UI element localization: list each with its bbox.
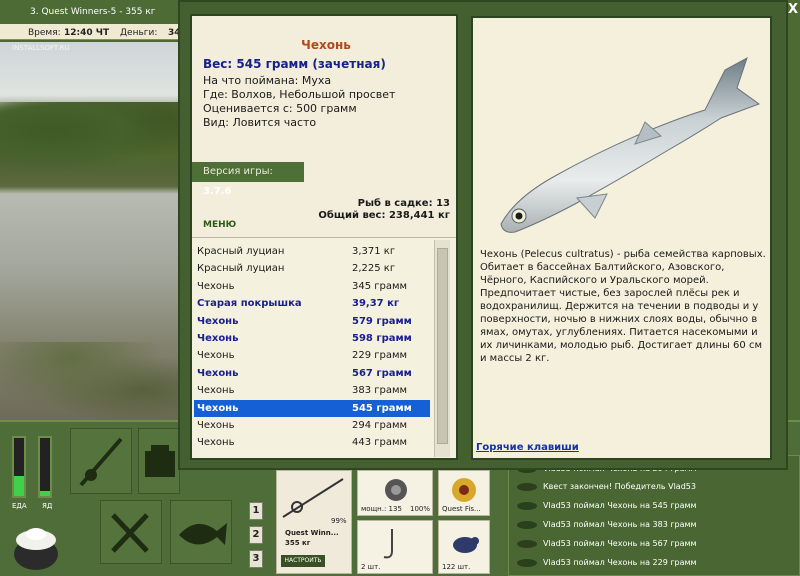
- reeds: [0, 342, 178, 422]
- version-value: 3.7.6: [203, 186, 232, 197]
- catch-weight: 3,371 кг: [352, 246, 396, 257]
- log-entry: Квест закончен! Победитель Vlad53: [517, 478, 696, 496]
- catch-weight: 229 грамм: [352, 350, 408, 362]
- catch-details-panel: Чехонь Вес: 545 грамм (зачетная) На что …: [190, 14, 458, 460]
- fishing-scene[interactable]: INSTALLSOFT.RU: [0, 42, 178, 422]
- hotkeys-link[interactable]: Горячие клавиши: [476, 442, 579, 453]
- catch-weight: 2,225 кг: [352, 263, 396, 275]
- rod-percent: 99%: [331, 517, 347, 525]
- time-value: 12:40 ЧТ: [64, 28, 110, 38]
- catch-name: Чехонь: [197, 280, 235, 292]
- catch-row[interactable]: Чехонь 443 грамм: [194, 434, 430, 451]
- reel-power: мощн.: 135: [361, 505, 402, 513]
- line-name: Quest Fis...: [442, 505, 481, 513]
- time-money-bar: Время: 12:40 ЧТ Деньги: 34: [0, 24, 190, 42]
- poison-gauge-label: ЯД: [42, 502, 53, 510]
- event-log: Vlad53 поймал Чехонь на 294 грамм Квест …: [508, 455, 800, 576]
- setup-button[interactable]: НАСТРОИТЬ: [281, 555, 325, 567]
- catch-weight: 567 грамм: [352, 367, 412, 379]
- catch-name: Чехонь: [197, 420, 235, 431]
- cage-total-weight: Общий вес: 238,441 кг: [318, 210, 450, 221]
- catch-name: Чехонь: [197, 437, 235, 449]
- trees: [0, 102, 178, 172]
- fish-description-panel: Чехонь (Pelecus cultratus) - рыба семейс…: [471, 16, 772, 460]
- catch-row[interactable]: Красный луциан 2,225 кг: [194, 260, 430, 277]
- tackle-box-button[interactable]: [138, 428, 180, 494]
- catch-row[interactable]: Старая покрышка 39,37 кг: [194, 295, 430, 312]
- kettle-icon[interactable]: [8, 512, 64, 572]
- version-badge: Версия игры: 3.7.6: [192, 162, 304, 197]
- fish-name: Чехонь: [301, 38, 351, 52]
- scrollbar-thumb[interactable]: [437, 248, 448, 444]
- log-entry: Vlad53 поймал Чехонь на 545 грамм: [517, 497, 697, 515]
- rod-name: Quest Winn...: [285, 529, 339, 537]
- catch-name: Чехонь: [197, 402, 239, 414]
- rod-card[interactable]: 99% Quest Winn... 355 кг НАСТРОИТЬ: [276, 470, 352, 574]
- time-label: Время:: [28, 28, 61, 38]
- catch-weight: 598 грамм: [352, 333, 412, 344]
- caught-with: На что поймана: Муха: [203, 74, 332, 87]
- catch-name: Чехонь: [197, 367, 239, 379]
- catch-list[interactable]: Красный луциан 3,371 кг Красный луциан 2,22…: [192, 237, 456, 458]
- log-entry: Vlad53 поймал Чехонь на 383 грамм: [517, 516, 697, 534]
- hook-qty: 2 шт.: [361, 563, 381, 571]
- valued-from: Оценивается с: 500 грамм: [203, 102, 357, 115]
- catch-row[interactable]: Чехонь 294 грамм: [194, 417, 430, 434]
- log-entry: Vlad53 поймал Чехонь на 567 грамм: [517, 535, 697, 553]
- line-slot[interactable]: Quest Fis...: [438, 470, 490, 516]
- fish-image: [500, 56, 761, 233]
- slot-1-button[interactable]: 1: [249, 502, 263, 520]
- catch-name: Чехонь: [197, 350, 235, 362]
- fish-description: Чехонь (Pelecus cultratus) - рыба семейс…: [480, 249, 766, 364]
- close-button[interactable]: X: [786, 2, 800, 18]
- fish-catalog-button[interactable]: [170, 500, 232, 564]
- version-label: Версия игры:: [203, 166, 273, 177]
- rod-tool-button[interactable]: [70, 428, 132, 494]
- catch-weight: 345 грамм: [352, 280, 408, 292]
- catch-row-selected[interactable]: Чехонь 545 грамм: [194, 399, 430, 417]
- catch-row[interactable]: Чехонь 567 грамм: [194, 365, 430, 382]
- hook-slot[interactable]: 2 шт.: [357, 520, 433, 574]
- fish-kind: Вид: Ловится часто: [203, 116, 317, 129]
- fish-weight: Вес: 545 грамм (зачетная): [203, 57, 386, 71]
- catch-weight: 383 грамм: [352, 385, 408, 397]
- food-gauge: [12, 436, 26, 498]
- slot-3-button[interactable]: 3: [249, 550, 263, 568]
- catch-weight: 39,37 кг: [352, 298, 400, 310]
- catch-weight: 545 грамм: [352, 402, 412, 414]
- money-label: Деньги:: [120, 28, 158, 38]
- reel-percent: 100%: [410, 505, 431, 513]
- catch-name: Красный луциан: [197, 246, 285, 257]
- bait-slot[interactable]: 122 шт.: [438, 520, 490, 574]
- watermark: INSTALLSOFT.RU: [12, 44, 70, 52]
- catch-list-scrollbar[interactable]: [434, 240, 450, 457]
- catch-name: Чехонь: [197, 333, 239, 344]
- bait-qty: 122 шт.: [442, 563, 471, 571]
- catch-name: Старая покрышка: [197, 298, 302, 310]
- food-gauge-label: ЕДА: [12, 502, 27, 510]
- slot-2-button[interactable]: 2: [249, 526, 263, 544]
- cage-count: Рыб в садке: 13: [357, 198, 450, 209]
- food-button[interactable]: [100, 500, 162, 564]
- catch-weight: 294 грамм: [352, 420, 408, 431]
- catch-name: Чехонь: [197, 315, 239, 327]
- catch-row[interactable]: Чехонь 345 грамм: [194, 278, 430, 295]
- reel-slot[interactable]: мощн.: 135 100%: [357, 470, 433, 516]
- catch-name: Красный луциан: [197, 263, 285, 275]
- catch-name: Чехонь: [197, 385, 235, 397]
- catch-row[interactable]: Чехонь 579 грамм: [194, 313, 430, 330]
- poison-gauge: [38, 436, 52, 498]
- catch-row[interactable]: Красный луциан 3,371 кг: [194, 243, 430, 260]
- rod-weight: 355 кг: [285, 539, 311, 547]
- catch-row[interactable]: Чехонь 383 грамм: [194, 382, 430, 399]
- status-bar: 3. Quest Winners-5 - 355 кг Время: 12:40…: [0, 0, 190, 40]
- caught-where: Где: Волхов, Небольшой просвет: [203, 88, 396, 101]
- menu-button[interactable]: МЕНЮ: [203, 220, 236, 230]
- catch-row[interactable]: Чехонь 598 грамм: [194, 330, 430, 347]
- catch-weight: 443 грамм: [352, 437, 408, 449]
- window-title: 3. Quest Winners-5 - 355 кг: [0, 0, 180, 24]
- catch-row[interactable]: Чехонь 229 грамм: [194, 347, 430, 364]
- catch-weight: 579 грамм: [352, 315, 412, 327]
- log-entry: Vlad53 поймал Чехонь на 229 грамм: [517, 554, 697, 572]
